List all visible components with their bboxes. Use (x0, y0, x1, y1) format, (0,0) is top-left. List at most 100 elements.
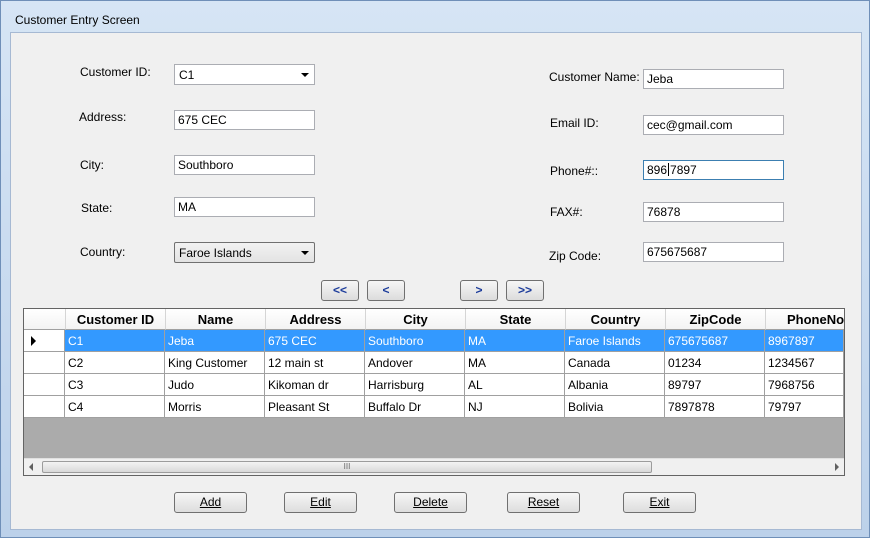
delete-button[interactable]: Delete (394, 492, 467, 513)
table-cell[interactable]: Andover (365, 352, 465, 374)
table-cell[interactable]: 79797 (765, 396, 844, 418)
table-cell[interactable]: 675 CEC (265, 330, 365, 352)
scroll-thumb[interactable]: III (42, 461, 652, 473)
row-header[interactable] (24, 374, 65, 396)
table-cell[interactable]: King Customer (165, 352, 265, 374)
table-cell[interactable]: MA (465, 330, 565, 352)
column-header[interactable]: Customer ID (66, 309, 166, 330)
customer-name-field[interactable]: Jeba (643, 69, 784, 89)
dropdown-arrow-icon[interactable] (301, 251, 309, 255)
column-header[interactable]: ZipCode (666, 309, 766, 330)
table-cell[interactable]: Canada (565, 352, 665, 374)
table-cell[interactable]: Albania (565, 374, 665, 396)
table-cell[interactable]: Morris (165, 396, 265, 418)
state-field[interactable]: MA (174, 197, 315, 217)
table-cell[interactable]: 01234 (665, 352, 765, 374)
table-cell[interactable]: C1 (65, 330, 165, 352)
exit-button[interactable]: Exit (623, 492, 696, 513)
zip-field[interactable]: 675675687 (643, 242, 784, 262)
table-cell[interactable]: Kikoman dr (265, 374, 365, 396)
scroll-thumb-grip: III (343, 462, 351, 471)
table-cell[interactable]: C2 (65, 352, 165, 374)
table-cell[interactable]: MA (465, 352, 565, 374)
table-cell[interactable]: C3 (65, 374, 165, 396)
row-header[interactable] (24, 396, 65, 418)
table-cell[interactable]: 8967897 (765, 330, 844, 352)
text-caret (668, 163, 670, 176)
column-header[interactable]: PhoneNo (766, 309, 844, 330)
address-label: Address: (79, 110, 127, 124)
table-cell[interactable]: 89797 (665, 374, 765, 396)
table-row[interactable]: C4 Morris Pleasant St Buffalo Dr NJ Boli… (24, 396, 844, 418)
phone-label: Phone#:: (550, 164, 599, 178)
window-title: Customer Entry Screen (15, 13, 140, 27)
table-cell[interactable]: Pleasant St (265, 396, 365, 418)
previous-record-button[interactable]: < (367, 280, 405, 301)
table-cell[interactable]: Judo (165, 374, 265, 396)
state-label: State: (81, 201, 113, 215)
add-button[interactable]: Add (174, 492, 247, 513)
table-cell[interactable]: 7968756 (765, 374, 844, 396)
email-label: Email ID: (550, 116, 599, 130)
column-header[interactable]: State (466, 309, 566, 330)
row-pointer-icon (31, 336, 36, 346)
table-cell[interactable]: Harrisburg (365, 374, 465, 396)
scroll-right-icon[interactable] (835, 463, 839, 471)
customer-grid[interactable]: Customer ID Name Address City State Coun… (23, 308, 845, 476)
country-value: Faroe Islands (179, 246, 252, 260)
dropdown-arrow-icon[interactable] (301, 73, 309, 77)
zip-label: Zip Code: (549, 249, 602, 263)
customer-id-combo[interactable]: C1 (174, 64, 315, 85)
email-field[interactable]: cec@gmail.com (643, 115, 784, 135)
row-header[interactable] (24, 352, 65, 374)
first-record-button[interactable]: << (321, 280, 359, 301)
table-cell[interactable]: AL (465, 374, 565, 396)
row-header[interactable] (24, 330, 65, 352)
address-field[interactable]: 675 CEC (174, 110, 315, 130)
table-row[interactable]: C1 Jeba 675 CEC Southboro MA Faroe Islan… (24, 330, 844, 352)
reset-button-label: Reset (527, 495, 560, 509)
exit-button-label: Exit (649, 495, 670, 509)
table-cell[interactable]: Buffalo Dr (365, 396, 465, 418)
table-cell[interactable]: Southboro (365, 330, 465, 352)
table-cell[interactable]: Jeba (165, 330, 265, 352)
main-window: Customer Entry Screen Customer ID: C1 Ad… (0, 0, 870, 538)
last-record-button[interactable]: >> (506, 280, 544, 301)
customer-id-value: C1 (179, 68, 195, 82)
city-label: City: (80, 158, 104, 172)
table-cell[interactable]: 1234567 (765, 352, 844, 374)
column-header[interactable]: Address (266, 309, 366, 330)
table-row[interactable]: C2 King Customer 12 main st Andover MA C… (24, 352, 844, 374)
column-header[interactable]: Name (166, 309, 266, 330)
add-button-label: Add (199, 495, 222, 509)
phone-value-part1: 896 (647, 163, 668, 177)
table-row[interactable]: C3 Judo Kikoman dr Harrisburg AL Albania… (24, 374, 844, 396)
customer-id-label: Customer ID: (80, 65, 151, 79)
column-header[interactable]: City (366, 309, 466, 330)
country-label: Country: (80, 245, 126, 259)
table-cell[interactable]: 7897878 (665, 396, 765, 418)
table-cell[interactable]: NJ (465, 396, 565, 418)
title-bar[interactable]: Customer Entry Screen (1, 1, 869, 33)
grid-corner-header[interactable] (24, 309, 66, 330)
horizontal-scrollbar[interactable]: III (24, 458, 844, 475)
fax-field[interactable]: 76878 (643, 202, 784, 222)
fax-label: FAX#: (550, 205, 583, 219)
table-cell[interactable]: Faroe Islands (565, 330, 665, 352)
customer-name-label: Customer Name: (549, 70, 640, 84)
table-cell[interactable]: Bolivia (565, 396, 665, 418)
delete-button-label: Delete (413, 495, 448, 509)
city-field[interactable]: Southboro (174, 155, 315, 175)
phone-field[interactable]: 896 7897 (643, 160, 784, 180)
edit-button[interactable]: Edit (284, 492, 357, 513)
scroll-left-icon[interactable] (29, 463, 33, 471)
reset-button[interactable]: Reset (507, 492, 580, 513)
column-header[interactable]: Country (566, 309, 666, 330)
next-record-button[interactable]: > (460, 280, 498, 301)
table-cell[interactable]: 12 main st (265, 352, 365, 374)
country-combo[interactable]: Faroe Islands (174, 242, 315, 263)
table-cell[interactable]: C4 (65, 396, 165, 418)
edit-button-label: Edit (310, 495, 331, 509)
table-cell[interactable]: 675675687 (665, 330, 765, 352)
grid-header: Customer ID Name Address City State Coun… (24, 309, 844, 330)
